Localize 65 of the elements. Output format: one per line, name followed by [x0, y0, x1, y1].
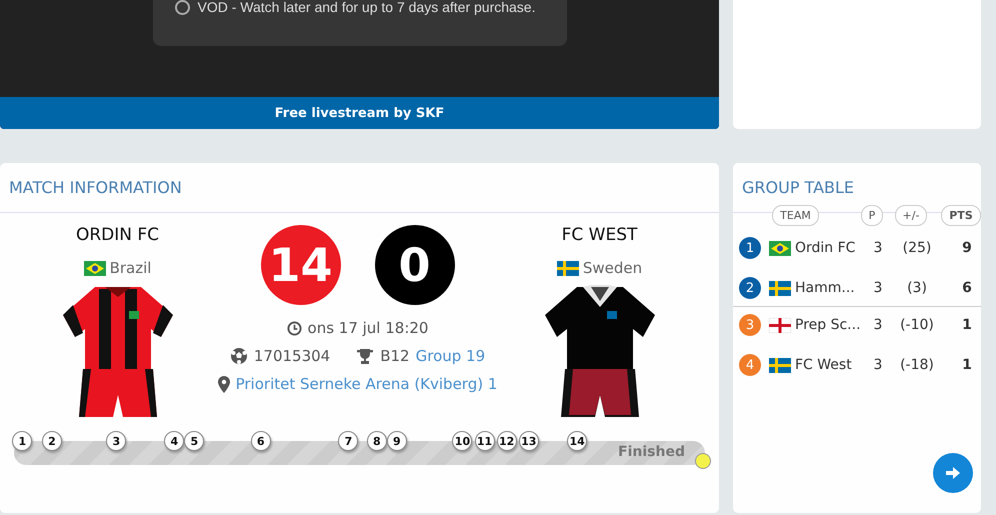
- brazil-flag-icon: [84, 260, 106, 276]
- team-name: Prep Sc...: [795, 317, 861, 333]
- next-button[interactable]: [933, 453, 973, 493]
- location-pin-icon: [218, 376, 230, 392]
- country-name: Sweden: [582, 259, 642, 277]
- match-status: Finished: [618, 444, 685, 460]
- column-header: P: [860, 205, 884, 226]
- played-cell-text: 3: [872, 357, 884, 373]
- match-time: ons 17 jul 18:20: [308, 319, 428, 337]
- country-name: Brazil: [110, 259, 152, 277]
- score-badge: 0: [374, 225, 454, 305]
- rank-badge: 3: [739, 314, 761, 336]
- goal-marker[interactable]: 8: [366, 431, 387, 451]
- points-cell-text: 1: [961, 317, 973, 333]
- goal-marker[interactable]: 12: [496, 431, 517, 451]
- trophy-icon: [356, 348, 374, 364]
- team-name: FC West: [795, 357, 852, 373]
- option-label: VOD - Watch later and for up to 7 days after purchase.: [198, 0, 536, 15]
- goal-marker[interactable]: 11: [474, 431, 495, 451]
- points-cell-text: 6: [961, 280, 973, 296]
- goal-difference-cell-text: (-18): [899, 357, 935, 373]
- played-cell-text: 3: [872, 280, 884, 296]
- goal-marker[interactable]: 5: [184, 431, 204, 451]
- rank-badge: 1: [739, 237, 761, 259]
- goal-marker[interactable]: 6: [250, 431, 271, 451]
- match-id: 17015304: [254, 347, 330, 365]
- column-header: PTS: [941, 205, 981, 226]
- goal-difference-cell-text: (25): [902, 240, 932, 256]
- goal-marker[interactable]: 13: [518, 431, 539, 451]
- team-name: ORDIN FC: [76, 225, 160, 245]
- played-cell-text: 3: [872, 240, 884, 256]
- radio-button[interactable]: [174, 0, 190, 15]
- goal-marker[interactable]: 1: [12, 431, 32, 451]
- team-name: Hamm...: [795, 280, 855, 296]
- goal-marker[interactable]: 2: [42, 431, 62, 451]
- goal-marker[interactable]: 3: [106, 431, 126, 451]
- sweden-flag-icon: [769, 280, 791, 296]
- end-marker-icon: [695, 453, 711, 469]
- rank-badge: 4: [739, 354, 761, 376]
- england-flag-icon: [769, 318, 791, 332]
- livestream-banner: Free livestream by SKF: [0, 97, 719, 129]
- goal-marker[interactable]: 9: [386, 431, 407, 451]
- team-name: FC WEST: [562, 225, 638, 245]
- sweden-flag-icon: [556, 260, 579, 276]
- team-name: Ordin FC: [795, 240, 856, 256]
- clock-icon: [286, 320, 302, 336]
- played-cell-text: 3: [872, 317, 884, 333]
- points-cell-text: 9: [961, 240, 973, 256]
- sweden-flag-icon: [769, 358, 791, 372]
- column-header: TEAM: [772, 205, 819, 226]
- brazil-flag-icon: [769, 240, 791, 256]
- soccer-ball-icon: [230, 347, 248, 365]
- goal-marker[interactable]: 10: [452, 431, 472, 451]
- points-cell-text: 1: [961, 357, 973, 373]
- goal-difference-cell-text: (3): [906, 280, 928, 296]
- arrow-right-icon: [944, 464, 962, 482]
- column-header: +/-: [894, 205, 928, 226]
- rank-badge: 2: [739, 277, 761, 299]
- panel-title: MATCH INFORMATION: [0, 163, 719, 213]
- goal-difference-cell-text: (-10): [899, 317, 935, 333]
- goal-marker[interactable]: 4: [164, 431, 184, 451]
- score-badge: 14: [260, 225, 340, 305]
- category-label: B12: [380, 347, 410, 365]
- goal-marker[interactable]: 14: [567, 431, 588, 451]
- goal-marker[interactable]: 7: [338, 431, 358, 451]
